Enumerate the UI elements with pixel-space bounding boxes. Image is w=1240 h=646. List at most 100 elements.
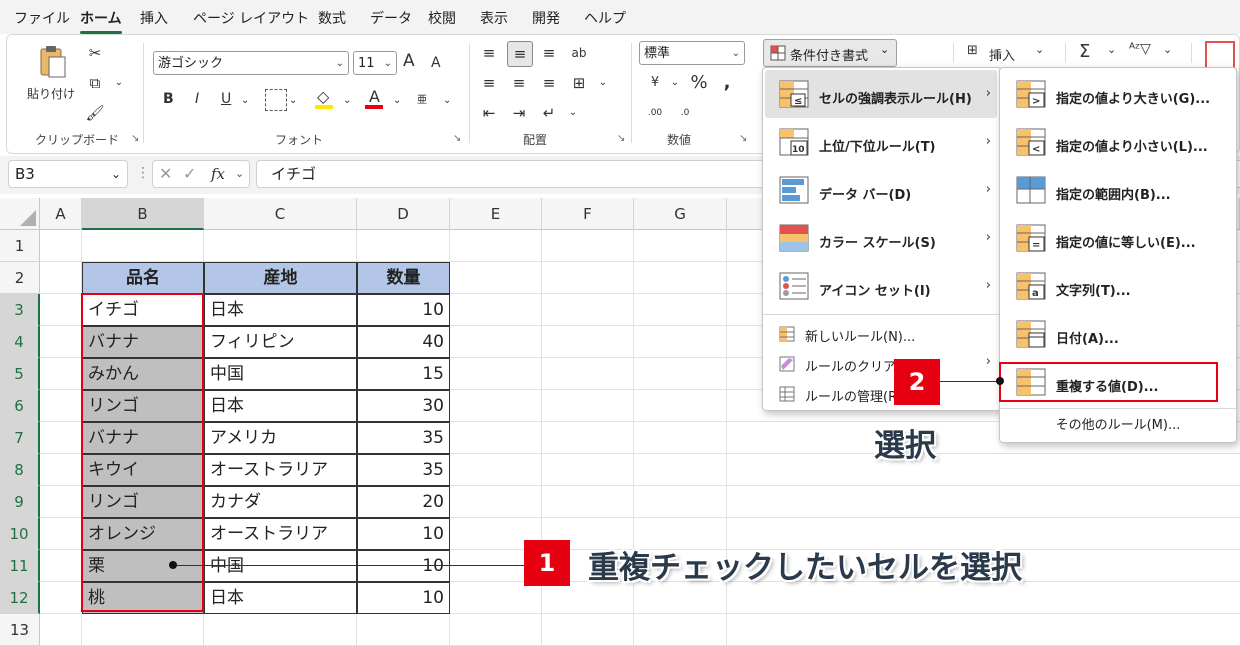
- tab-file[interactable]: ファイル: [14, 8, 70, 28]
- row-header-10[interactable]: 10: [0, 518, 40, 550]
- row-header-3[interactable]: 3: [0, 294, 40, 326]
- format-painter-icon[interactable]: 🖌: [83, 101, 107, 125]
- chevron-down-icon[interactable]: ⌄: [241, 95, 249, 106]
- submenu-item-less-than[interactable]: < 指定の値より小さい(L)...: [1000, 120, 1236, 166]
- select-all-corner[interactable]: [0, 198, 40, 230]
- name-box[interactable]: B3 ⌄: [8, 160, 128, 188]
- chevron-down-icon[interactable]: ⌄: [591, 71, 615, 95]
- paste-icon[interactable]: [37, 45, 67, 79]
- column-header-b[interactable]: B: [82, 198, 204, 230]
- align-top-icon[interactable]: ≡: [477, 41, 501, 65]
- insert-cells-icon[interactable]: ⊞: [967, 43, 978, 58]
- shrink-font-icon[interactable]: A: [431, 55, 441, 71]
- chevron-down-icon[interactable]: ⌄: [1035, 43, 1044, 56]
- submenu-item-equal-to[interactable]: = 指定の値に等しい(E)...: [1000, 216, 1236, 262]
- bold-button[interactable]: B: [163, 91, 174, 107]
- table-cell[interactable]: フィリピン: [204, 326, 357, 358]
- grow-font-icon[interactable]: A: [403, 51, 415, 71]
- table-cell[interactable]: オーストラリア: [204, 518, 357, 550]
- row-header-13[interactable]: 13: [0, 614, 40, 646]
- enter-icon[interactable]: ✓: [183, 161, 196, 187]
- submenu-item-date[interactable]: 日付(A)...: [1000, 312, 1236, 358]
- column-header-d[interactable]: D: [357, 198, 450, 230]
- table-cell[interactable]: 35: [357, 422, 450, 454]
- increase-decimal-icon[interactable]: .00: [643, 101, 667, 125]
- chevron-down-icon[interactable]: ⌄: [561, 101, 585, 125]
- tab-developer[interactable]: 開発: [532, 8, 560, 28]
- row-header-2[interactable]: 2: [0, 262, 40, 294]
- chevron-down-icon[interactable]: ⌄: [443, 95, 451, 106]
- border-icon[interactable]: [265, 89, 287, 111]
- row-header-6[interactable]: 6: [0, 390, 40, 422]
- menu-item-top-bottom-rules[interactable]: 10 上位/下位ルール(T) ›: [763, 120, 1001, 166]
- row-header-8[interactable]: 8: [0, 454, 40, 486]
- number-format-combo[interactable]: 標準 ⌄: [639, 41, 745, 65]
- column-header-c[interactable]: C: [204, 198, 357, 230]
- table-cell[interactable]: 40: [357, 326, 450, 358]
- autosum-icon[interactable]: Σ: [1079, 41, 1090, 62]
- menu-item-icon-sets[interactable]: アイコン セット(I) ›: [763, 264, 1001, 310]
- conditional-formatting-button[interactable]: 条件付き書式 ⌄: [763, 39, 897, 67]
- align-middle-icon[interactable]: ≡: [507, 41, 533, 67]
- font-color-icon[interactable]: A: [369, 87, 380, 106]
- chevron-down-icon[interactable]: ⌄: [1107, 43, 1116, 56]
- table-header-cell[interactable]: 数量: [357, 262, 450, 294]
- table-cell[interactable]: 10: [357, 550, 450, 582]
- chevron-down-icon[interactable]: ⌄: [343, 95, 351, 106]
- table-header-cell[interactable]: 品名: [82, 262, 204, 294]
- table-cell[interactable]: 日本: [204, 390, 357, 422]
- tab-review[interactable]: 校閲: [428, 8, 456, 28]
- decrease-decimal-icon[interactable]: .0: [673, 101, 697, 125]
- underline-button[interactable]: U: [221, 91, 231, 107]
- menu-item-manage-rules[interactable]: ルールの管理(R)...: [763, 380, 1001, 408]
- cancel-icon[interactable]: ✕: [159, 161, 172, 187]
- font-size-combo[interactable]: 11 ⌄: [353, 51, 397, 75]
- align-right-icon[interactable]: ≡: [537, 71, 561, 95]
- table-cell[interactable]: 30: [357, 390, 450, 422]
- sort-filter-icon[interactable]: ᴬᶻ▽: [1129, 41, 1151, 57]
- table-cell[interactable]: 10: [357, 518, 450, 550]
- italic-button[interactable]: I: [195, 91, 199, 107]
- table-cell[interactable]: 日本: [204, 582, 357, 614]
- table-header-cell[interactable]: 産地: [204, 262, 357, 294]
- column-header-g[interactable]: G: [634, 198, 727, 230]
- tab-page-layout[interactable]: ページ レイアウト: [193, 8, 309, 28]
- insert-cells-label[interactable]: 挿入: [989, 45, 1015, 64]
- phonetic-icon[interactable]: 亜: [417, 91, 427, 106]
- font-name-combo[interactable]: 游ゴシック ⌄: [153, 51, 349, 75]
- number-launcher-icon[interactable]: ↘: [739, 133, 747, 144]
- submenu-item-between[interactable]: 指定の範囲内(B)...: [1000, 168, 1236, 214]
- copy-dropdown-icon[interactable]: ⌄: [107, 71, 131, 95]
- chevron-down-icon[interactable]: ⌄: [1163, 43, 1172, 56]
- table-cell[interactable]: 20: [357, 486, 450, 518]
- table-cell[interactable]: 中国: [204, 358, 357, 390]
- tab-data[interactable]: データ: [370, 8, 412, 28]
- table-cell[interactable]: カナダ: [204, 486, 357, 518]
- menu-item-clear-rules[interactable]: ルールのクリア(C) ›: [763, 350, 1001, 378]
- percent-icon[interactable]: %: [687, 71, 711, 95]
- chevron-down-icon[interactable]: ⌄: [663, 71, 687, 95]
- paste-label[interactable]: 貼り付け: [27, 85, 75, 102]
- tab-help[interactable]: ヘルプ: [584, 8, 626, 28]
- table-cell[interactable]: 15: [357, 358, 450, 390]
- align-center-icon[interactable]: ≡: [507, 71, 531, 95]
- table-cell[interactable]: 35: [357, 454, 450, 486]
- tab-view[interactable]: 表示: [480, 8, 508, 28]
- insert-function-icon[interactable]: fx: [211, 161, 225, 187]
- chevron-down-icon[interactable]: ⌄: [289, 95, 297, 106]
- clipboard-launcher-icon[interactable]: ↘: [131, 133, 139, 144]
- row-header-12[interactable]: 12: [0, 582, 40, 614]
- alignment-launcher-icon[interactable]: ↘: [617, 133, 625, 144]
- table-cell[interactable]: アメリカ: [204, 422, 357, 454]
- wrap-text-icon[interactable]: ↵: [537, 101, 561, 125]
- tab-insert[interactable]: 挿入: [140, 8, 168, 28]
- increase-indent-icon[interactable]: ⇥: [507, 101, 531, 125]
- menu-item-data-bars[interactable]: データ バー(D) ›: [763, 168, 1001, 214]
- menu-item-color-scales[interactable]: カラー スケール(S) ›: [763, 216, 1001, 262]
- tab-home[interactable]: ホーム: [80, 8, 122, 34]
- row-header-4[interactable]: 4: [0, 326, 40, 358]
- submenu-item-text-contains[interactable]: a 文字列(T)...: [1000, 264, 1236, 310]
- chevron-down-icon[interactable]: ⌄: [393, 95, 401, 106]
- submenu-item-greater-than[interactable]: > 指定の値より大きい(G)...: [1000, 72, 1236, 118]
- row-header-1[interactable]: 1: [0, 230, 40, 262]
